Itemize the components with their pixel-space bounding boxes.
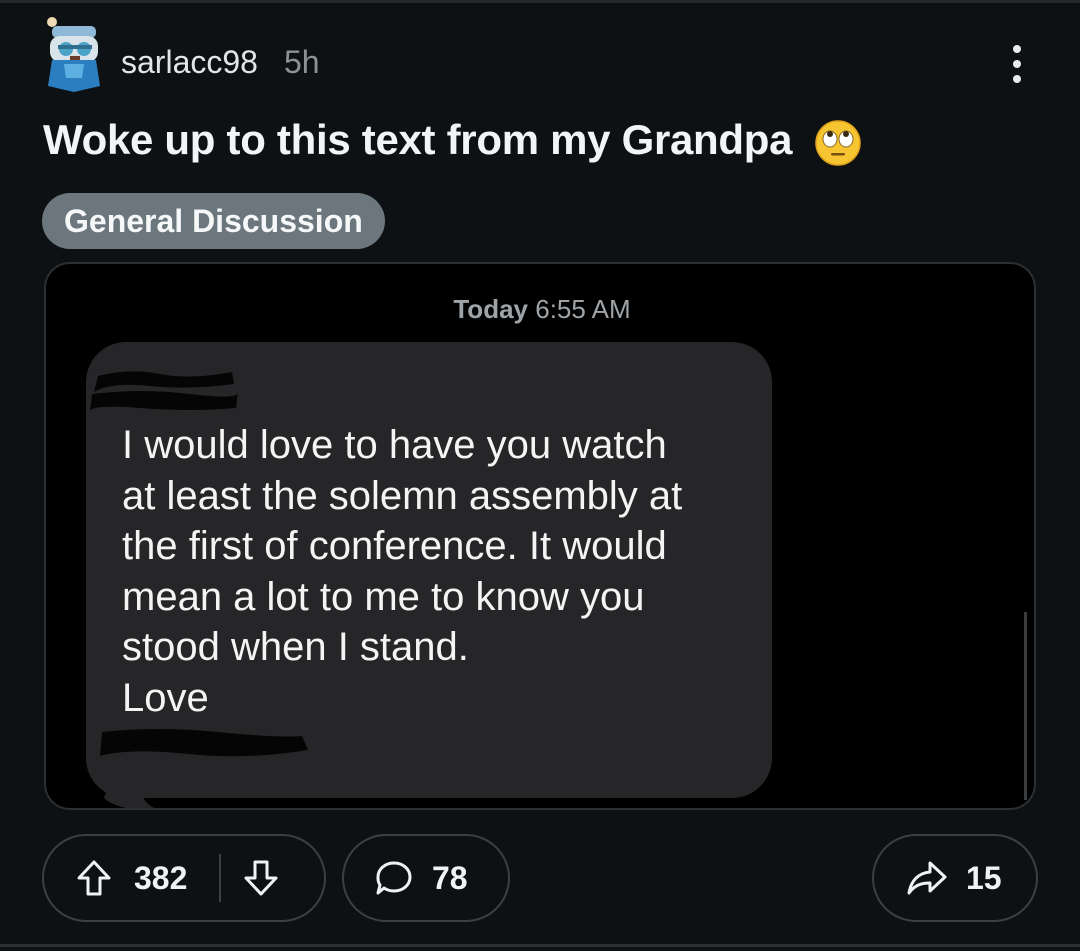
redaction-scribble — [90, 371, 239, 412]
flair-tag[interactable]: General Discussion — [42, 193, 385, 249]
post-title[interactable]: Woke up to this text from my Grandpa — [43, 116, 792, 164]
more-options-icon[interactable] — [1000, 40, 1034, 88]
user-avatar[interactable] — [44, 14, 104, 92]
comment-count: 78 — [432, 859, 468, 896]
bubble-tail — [104, 760, 155, 808]
share-icon — [907, 861, 947, 895]
username[interactable]: sarlacc98 — [121, 44, 258, 81]
comment-icon — [376, 861, 412, 895]
bottom-divider — [0, 944, 1080, 947]
top-divider — [0, 0, 1080, 3]
face-with-rolling-eyes-icon — [815, 120, 861, 166]
message-timestamp: Today 6:55 AM — [46, 294, 1034, 325]
share-count: 15 — [966, 859, 1002, 896]
downvote-icon[interactable] — [243, 859, 279, 897]
vote-divider — [219, 854, 222, 902]
message-day: Today — [453, 294, 528, 324]
upvote-icon[interactable] — [76, 859, 112, 897]
share-button[interactable]: 15 — [872, 834, 1038, 922]
screenshot-image[interactable]: Today 6:55 AM I would love to have you w… — [44, 262, 1036, 810]
comments-button[interactable]: 78 — [342, 834, 510, 922]
vote-control: 382 — [42, 834, 326, 922]
action-bar: 382 78 15 — [0, 834, 1080, 922]
upvote-count: 382 — [134, 859, 188, 896]
message-time: 6:55 AM — [535, 294, 631, 324]
post-card: sarlacc98 5h Woke up to this text from m… — [0, 0, 1080, 951]
redaction-scribble-signature — [100, 729, 308, 757]
message-text: I would love to have you watch at least … — [122, 423, 683, 720]
image-edge-line — [1024, 612, 1027, 800]
post-time: 5h — [284, 44, 320, 80]
